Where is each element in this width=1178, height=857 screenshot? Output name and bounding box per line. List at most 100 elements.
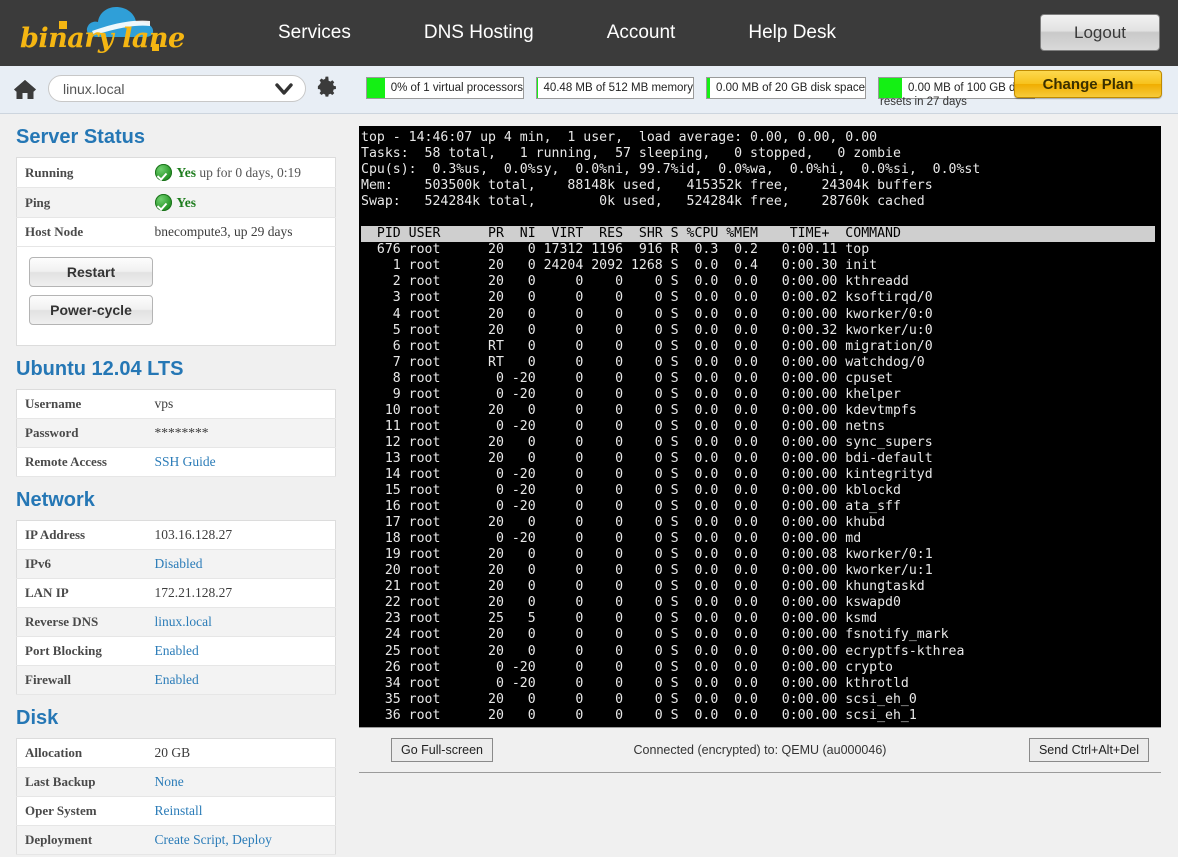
row-key: Last Backup [17, 768, 147, 797]
top-summary-line: Tasks: 58 total, 1 running, 57 sleeping,… [361, 146, 1161, 162]
nav-item-dns-hosting[interactable]: DNS Hosting [424, 22, 534, 44]
table-row: Remote Access SSH Guide [17, 448, 336, 477]
ipv6-link[interactable]: Disabled [155, 556, 203, 571]
process-row: 35 root 20 0 0 0 0 S 0.0 0.0 0:00.00 scs… [361, 692, 1161, 708]
top-navigation-bar: binary lane Services DNS Hosting Account… [0, 0, 1178, 66]
reinstall-link[interactable]: Reinstall [155, 803, 203, 818]
process-row: 7 root RT 0 0 0 0 S 0.0 0.0 0:00.00 watc… [361, 355, 1161, 371]
row-value: Enabled [147, 666, 336, 695]
firewall-link[interactable]: Enabled [155, 672, 199, 687]
row-value: Disabled [147, 550, 336, 579]
nav-item-account[interactable]: Account [607, 22, 676, 44]
meter-memory: 40.48 MB of 512 MB memory [536, 77, 694, 99]
top-summary-line: Mem: 503500k total, 88148k used, 415352k… [361, 178, 1161, 194]
process-row: 19 root 20 0 0 0 0 S 0.0 0.0 0:00.08 kwo… [361, 547, 1161, 563]
home-icon[interactable] [12, 77, 38, 103]
gear-icon[interactable] [316, 76, 340, 100]
process-row: 12 root 20 0 0 0 0 S 0.0 0.0 0:00.00 syn… [361, 435, 1161, 451]
row-value: Enabled [147, 637, 336, 666]
row-value: bnecompute3, up 29 days [147, 218, 336, 247]
process-row: 16 root 0 -20 0 0 0 S 0.0 0.0 0:00.00 at… [361, 499, 1161, 515]
table-row: Port Blocking Enabled [17, 637, 336, 666]
row-key: Reverse DNS [17, 608, 147, 637]
nav-item-help-desk[interactable]: Help Desk [748, 22, 836, 44]
meter-label: 0% of 1 virtual processors [385, 82, 523, 94]
meter-fill [367, 78, 385, 98]
top-summary-line: Swap: 524284k total, 0k used, 524284k fr… [361, 194, 1161, 210]
table-row: Reverse DNS linux.local [17, 608, 336, 637]
row-value: Reinstall [147, 797, 336, 826]
meter-label: 0.00 MB of 20 GB disk space [710, 82, 865, 94]
row-key: Password [17, 419, 147, 448]
process-row: 6 root RT 0 0 0 0 S 0.0 0.0 0:00.00 migr… [361, 339, 1161, 355]
row-key: IPv6 [17, 550, 147, 579]
process-row: 22 root 20 0 0 0 0 S 0.0 0.0 0:00.00 ksw… [361, 595, 1161, 611]
meter-label: 40.48 MB of 512 MB memory [537, 82, 693, 94]
process-row: 11 root 0 -20 0 0 0 S 0.0 0.0 0:00.00 ne… [361, 419, 1161, 435]
table-row: Running Yes up for 0 days, 0:19 [17, 158, 336, 188]
nav-item-services[interactable]: Services [278, 22, 351, 44]
section-heading-disk: Disk [16, 707, 346, 730]
brand-logo[interactable]: binary lane [12, 3, 172, 63]
main-nav-links: Services DNS Hosting Account Help Desk [278, 22, 909, 44]
row-value: Yes up for 0 days, 0:19 [147, 158, 336, 188]
row-key: IP Address [17, 521, 147, 550]
running-value: Yes [177, 165, 197, 180]
section-heading-network: Network [16, 489, 346, 512]
process-row: 1 root 20 0 24204 2092 1268 S 0.0 0.4 0:… [361, 258, 1161, 274]
row-value: 103.16.128.27 [147, 521, 336, 550]
meter-disk-space: 0.00 MB of 20 GB disk space [706, 77, 866, 99]
row-key: Remote Access [17, 448, 147, 477]
meter-fill [879, 78, 902, 98]
server-action-buttons: Restart Power-cycle [16, 247, 336, 346]
meter-label: 0.00 MB of 100 GB data [902, 82, 1031, 94]
check-circle-icon [155, 164, 172, 181]
row-key: Host Node [17, 218, 147, 247]
power-cycle-button[interactable]: Power-cycle [29, 295, 153, 325]
row-value: SSH Guide [147, 448, 336, 477]
table-row: IPv6 Disabled [17, 550, 336, 579]
server-select-dropdown[interactable]: linux.local [48, 75, 306, 102]
process-row: 20 root 20 0 0 0 0 S 0.0 0.0 0:00.00 kwo… [361, 563, 1161, 579]
restart-button[interactable]: Restart [29, 257, 153, 287]
change-plan-button[interactable]: Change Plan [1014, 70, 1162, 98]
process-row: 18 root 0 -20 0 0 0 S 0.0 0.0 0:00.00 md [361, 531, 1161, 547]
network-table: IP Address 103.16.128.27 IPv6 Disabled L… [16, 520, 336, 695]
row-key: Oper System [17, 797, 147, 826]
page-content: Server Status Running Yes up for 0 days,… [0, 114, 1178, 857]
table-row: IP Address 103.16.128.27 [17, 521, 336, 550]
table-row: Last Backup None [17, 768, 336, 797]
table-row: Oper System Reinstall [17, 797, 336, 826]
row-key: Deployment [17, 826, 147, 855]
row-value: Create Script, Deploy [147, 826, 336, 855]
table-row: Deployment Create Script, Deploy [17, 826, 336, 855]
top-summary-line: Cpu(s): 0.3%us, 0.0%sy, 0.0%ni, 99.7%id,… [361, 162, 1161, 178]
vnc-console: top - 14:46:07 up 4 min, 1 user, load av… [359, 126, 1161, 857]
process-row: 17 root 20 0 0 0 0 S 0.0 0.0 0:00.00 khu… [361, 515, 1161, 531]
process-table-header: PID USER PR NI VIRT RES SHR S %CPU %MEM … [361, 226, 1155, 242]
process-row: 14 root 0 -20 0 0 0 S 0.0 0.0 0:00.00 ki… [361, 467, 1161, 483]
server-toolbar: linux.local 0% of 1 virtual processors 4… [0, 66, 1178, 114]
row-value: vps [147, 390, 336, 419]
check-circle-icon [155, 194, 172, 211]
terminal-screen[interactable]: top - 14:46:07 up 4 min, 1 user, load av… [359, 126, 1161, 727]
last-backup-link[interactable]: None [155, 774, 184, 789]
table-row: Allocation 20 GB [17, 739, 336, 768]
port-blocking-link[interactable]: Enabled [155, 643, 199, 658]
sidebar: Server Status Running Yes up for 0 days,… [0, 126, 346, 857]
logout-button[interactable]: Logout [1040, 14, 1160, 51]
running-uptime: up for 0 days, 0:19 [199, 165, 301, 180]
row-value: None [147, 768, 336, 797]
reverse-dns-link[interactable]: linux.local [155, 614, 212, 629]
process-row: 2 root 20 0 0 0 0 S 0.0 0.0 0:00.00 kthr… [361, 274, 1161, 290]
process-row: 9 root 0 -20 0 0 0 S 0.0 0.0 0:00.00 khe… [361, 387, 1161, 403]
process-row: 21 root 20 0 0 0 0 S 0.0 0.0 0:00.00 khu… [361, 579, 1161, 595]
process-row: 4 root 20 0 0 0 0 S 0.0 0.0 0:00.00 kwor… [361, 307, 1161, 323]
table-row: LAN IP 172.21.128.27 [17, 579, 336, 608]
process-row: 23 root 25 5 0 0 0 S 0.0 0.0 0:00.00 ksm… [361, 611, 1161, 627]
process-row: 8 root 0 -20 0 0 0 S 0.0 0.0 0:00.00 cpu… [361, 371, 1161, 387]
send-ctrl-alt-del-button[interactable]: Send Ctrl+Alt+Del [1029, 738, 1149, 762]
logo-square-lower [152, 44, 159, 51]
ssh-guide-link[interactable]: SSH Guide [155, 454, 216, 469]
row-key: Username [17, 390, 147, 419]
